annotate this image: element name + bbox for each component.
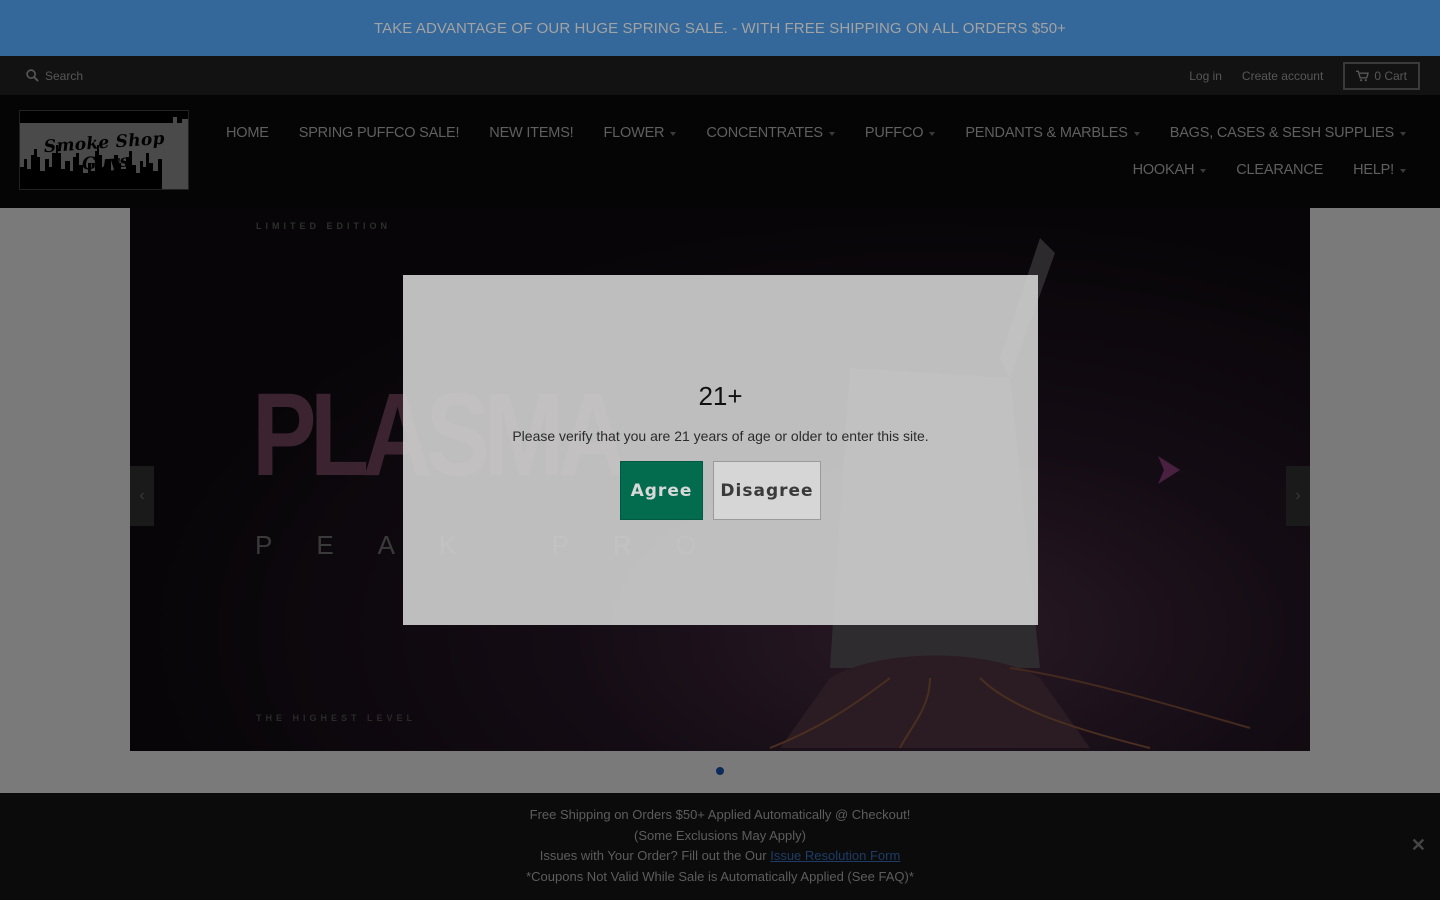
search-link[interactable]: Search — [26, 69, 83, 83]
nav-item-label: CLEARANCE — [1236, 161, 1324, 178]
login-link[interactable]: Log in — [1189, 69, 1222, 83]
slide-top-caption: LIMITED EDITION — [256, 221, 391, 231]
search-label: Search — [45, 68, 84, 83]
notice-line-3-prefix: Issues with Your Order? Fill out the Our — [539, 848, 771, 864]
close-icon[interactable]: ✕ — [1411, 835, 1426, 856]
nav-item-clearance[interactable]: CLEARANCE — [1236, 162, 1323, 178]
nav-item-new-items[interactable]: NEW ITEMS! — [489, 125, 573, 141]
notice-text: Free Shipping on Orders $50+ Applied Aut… — [0, 805, 1440, 888]
chevron-left-icon: ‹ — [139, 487, 145, 504]
slide-next-button[interactable]: › — [1286, 466, 1310, 526]
chevron-down-icon — [1200, 168, 1207, 173]
utility-bar: Search Log in Create account 0 Cart — [0, 56, 1440, 95]
nav-item-label: BAGS, CASES & SESH SUPPLIES — [1169, 124, 1394, 141]
nav-item-label: NEW ITEMS! — [489, 124, 574, 141]
notice-line-1: Free Shipping on Orders $50+ Applied Aut… — [529, 807, 911, 822]
slide-dot-active[interactable] — [716, 767, 724, 775]
announcement-text: TAKE ADVANTAGE OF OUR HUGE SPRING SALE. … — [373, 19, 1067, 37]
nav-item-label: SPRING PUFFCO SALE! — [298, 124, 460, 141]
site-logo[interactable]: Smoke Shop Guys — [19, 110, 189, 190]
account-links: Log in Create account 0 Cart — [1189, 61, 1420, 90]
nav-item-label: HOME — [226, 124, 269, 141]
slide-prev-button[interactable]: ‹ — [130, 466, 154, 526]
nav-item-home[interactable]: HOME — [226, 125, 269, 141]
notice-line-4: *Coupons Not Valid While Sale is Automat… — [526, 869, 914, 885]
nav-item-flower[interactable]: FLOWER — [604, 125, 677, 141]
notice-line-3: Issues with Your Order? Fill out the Our… — [0, 846, 1440, 867]
nav-item-bags-cases[interactable]: BAGS, CASES & SESH SUPPLIES — [1170, 125, 1406, 141]
modal-message: Please verify that you are 21 years of a… — [512, 428, 929, 444]
announcement-bar: TAKE ADVANTAGE OF OUR HUGE SPRING SALE. … — [0, 0, 1440, 56]
main-nav: HOME SPRING PUFFCO SALE! NEW ITEMS! FLOW… — [226, 95, 1406, 188]
nav-item-label: PUFFCO — [864, 124, 924, 141]
agree-button[interactable]: Agree — [620, 461, 703, 520]
nav-item-label: HOOKAH — [1132, 161, 1195, 178]
nav-item-help[interactable]: HELP! — [1353, 162, 1406, 178]
shipping-notice-bar: Free Shipping on Orders $50+ Applied Aut… — [0, 793, 1440, 900]
nav-item-puffco[interactable]: PUFFCO — [864, 124, 936, 141]
nav-item-spring-puffco-sale[interactable]: SPRING PUFFCO SALE! — [299, 125, 460, 141]
nav-row-1: HOME SPRING PUFFCO SALE! NEW ITEMS! FLOW… — [226, 114, 1406, 151]
chevron-down-icon — [1400, 168, 1406, 173]
nav-item-hookah[interactable]: HOOKAH — [1133, 162, 1207, 178]
nav-item-label: CONCENTRATES — [706, 124, 823, 141]
nav-item-concentrates[interactable]: CONCENTRATES — [706, 125, 835, 141]
cart-icon — [1356, 70, 1370, 81]
search-icon — [26, 69, 39, 82]
chevron-right-icon: › — [1295, 487, 1301, 504]
nav-item-pendants-marbles[interactable]: PENDANTS & MARBLES — [965, 124, 1140, 141]
chevron-down-icon — [670, 131, 677, 136]
modal-title: 21+ — [698, 381, 743, 411]
cart-button[interactable]: 0 Cart — [1343, 61, 1420, 90]
nav-row-2: HOOKAH CLEARANCE HELP! — [246, 151, 1406, 188]
cart-label: 0 Cart — [1374, 68, 1407, 83]
notice-line-2: (Some Exclusions May Apply) — [634, 827, 806, 843]
age-verification-modal: 21+ Please verify that you are 21 years … — [403, 275, 1038, 625]
nav-item-label: HELP! — [1353, 161, 1394, 178]
issue-form-link[interactable]: Issue Resolution Form — [770, 848, 900, 863]
nav-item-label: FLOWER — [603, 124, 665, 141]
chevron-down-icon — [929, 131, 936, 136]
create-account-link[interactable]: Create account — [1242, 69, 1323, 83]
nav-item-label: PENDANTS & MARBLES — [965, 124, 1128, 141]
slide-bottom-caption: THE HIGHEST LEVEL — [256, 713, 417, 723]
chevron-down-icon — [1400, 131, 1406, 136]
disagree-button[interactable]: Disagree — [713, 461, 821, 520]
chevron-down-icon — [828, 131, 835, 136]
site-header: Smoke Shop Guys HOME SPRING PUFFCO SALE!… — [0, 95, 1440, 208]
modal-buttons: Agree Disagree — [620, 461, 821, 520]
chevron-down-icon — [1133, 131, 1140, 136]
